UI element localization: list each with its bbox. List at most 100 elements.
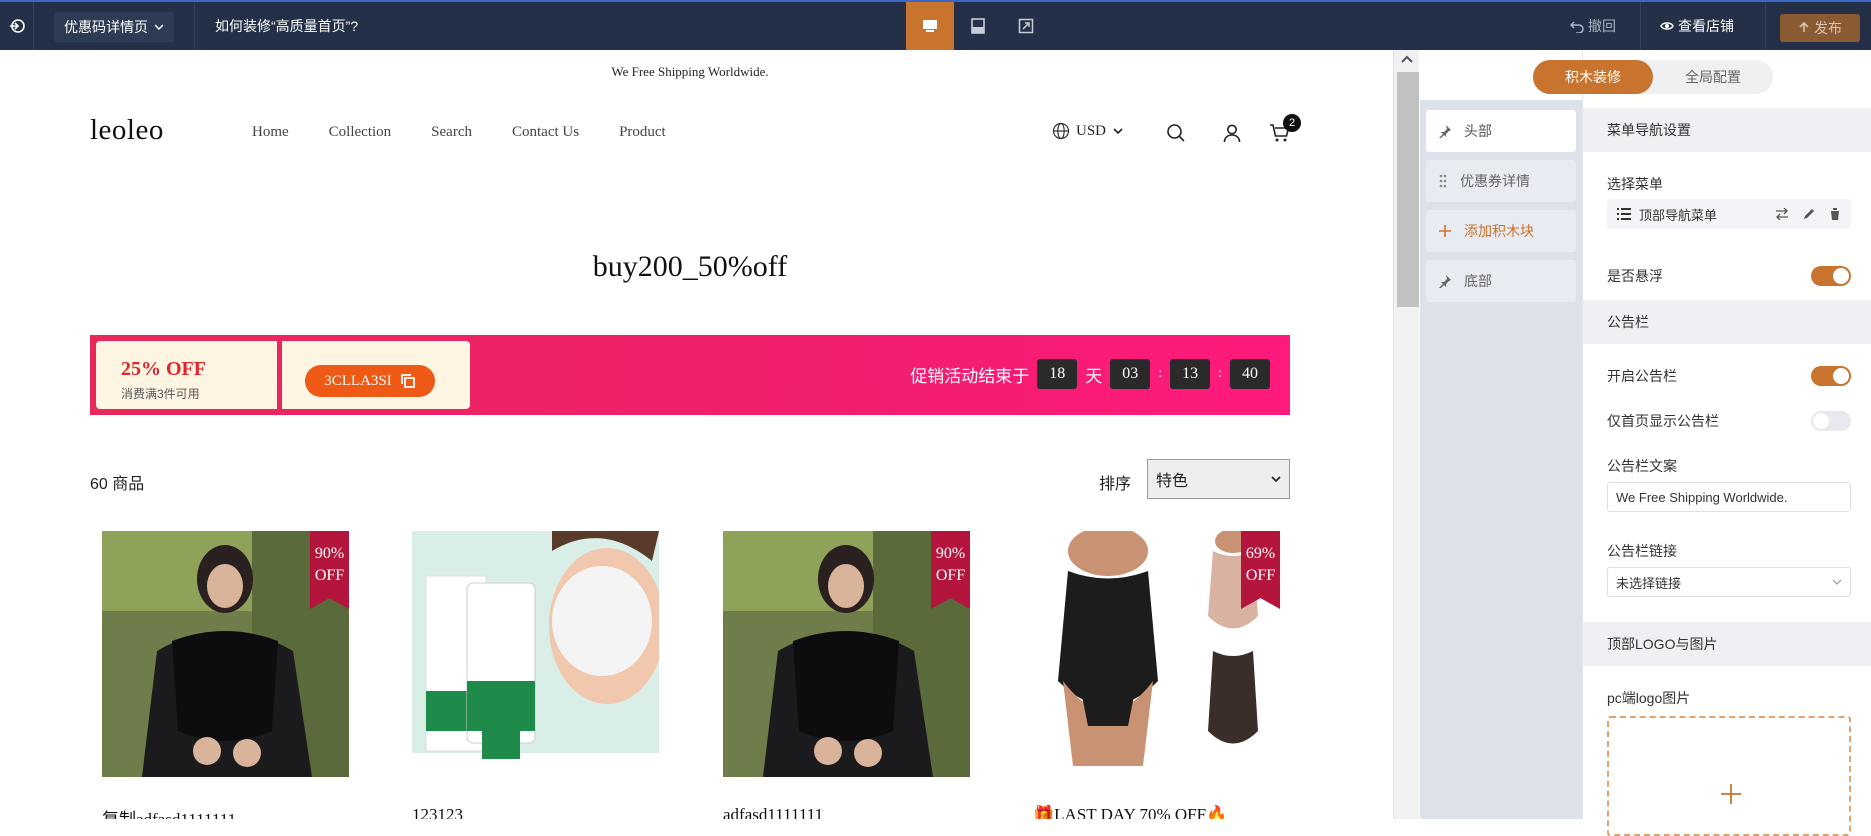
toggle-knob	[1833, 368, 1849, 384]
block-label: 头部	[1464, 123, 1492, 139]
nav-home[interactable]: Home	[252, 124, 289, 141]
tab-global-config[interactable]: 全局配置	[1653, 60, 1773, 94]
page-select[interactable]: 优惠码详情页	[54, 12, 174, 42]
nav-search[interactable]: Search	[431, 124, 472, 141]
pc-logo-label: pc端logo图片	[1607, 690, 1691, 706]
section-announcement: 公告栏	[1583, 300, 1871, 344]
product-card[interactable]: 123123	[412, 531, 659, 819]
edit-icon[interactable]	[1803, 208, 1815, 220]
preview-scrollbar[interactable]	[1393, 50, 1419, 819]
cart-icon[interactable]: 2	[1267, 114, 1301, 146]
menu-name: 顶部导航菜单	[1639, 207, 1718, 223]
publish-button[interactable]: 发布	[1780, 14, 1860, 42]
add-block-button[interactable]: 添加积木块	[1426, 210, 1576, 252]
nav-product[interactable]: Product	[619, 124, 666, 141]
drag-handle-icon[interactable]	[1438, 173, 1448, 189]
globe-icon	[1052, 122, 1070, 140]
list-icon	[1617, 208, 1631, 220]
coupon-discount: 25% OFF	[121, 358, 206, 380]
countdown-colon: :	[1218, 366, 1222, 381]
help-link[interactable]: 如何装修“高质量首页”?	[215, 2, 358, 50]
badge-percent: 90%	[314, 545, 345, 562]
discount-badge: 90% OFF	[931, 531, 970, 609]
account-icon[interactable]	[1219, 120, 1245, 146]
fullscreen-icon[interactable]	[1002, 2, 1050, 50]
view-store-button[interactable]: 查看店铺	[1660, 2, 1734, 50]
selected-menu: 顶部导航菜单	[1607, 199, 1851, 229]
coupon-ticket-left: 25% OFF 消费满3件可用	[96, 341, 277, 409]
countdown: 促销活动结束于 18 天 03 : 13 : 40	[910, 359, 1270, 389]
product-image[interactable]	[412, 531, 659, 777]
block-item-footer[interactable]: 底部	[1426, 260, 1576, 302]
desktop-icon[interactable]	[906, 2, 954, 50]
swap-icon[interactable]	[1775, 208, 1789, 220]
announcement-link-value: 未选择链接	[1616, 575, 1682, 591]
product-card[interactable]: 90% OFF 复制adfasd1111111	[102, 531, 349, 819]
select-menu-label: 选择菜单	[1607, 176, 1663, 192]
product-image[interactable]: 90% OFF	[102, 531, 349, 777]
store-logo[interactable]: leoleo	[90, 114, 164, 147]
discount-badge: 69% OFF	[1241, 531, 1280, 609]
product-image[interactable]: 69% OFF	[1033, 531, 1280, 777]
product-name[interactable]: adfasd1111111	[723, 805, 970, 819]
chevron-down-icon	[1832, 579, 1842, 585]
scrollbar-thumb[interactable]	[1397, 72, 1419, 307]
announcement-bar[interactable]: We Free Shipping Worldwide.	[0, 64, 1380, 80]
plus-icon	[1439, 225, 1451, 237]
undo-button[interactable]: 撤回	[1570, 2, 1616, 50]
collection-title: buy200_50%off	[592, 250, 788, 283]
countdown-seconds: 40	[1230, 359, 1270, 389]
announcement-text-label: 公告栏文案	[1607, 458, 1677, 474]
nav-contact-us[interactable]: Contact Us	[512, 124, 579, 141]
home-only-label: 仅首页显示公告栏	[1607, 413, 1719, 429]
block-list-panel: 头部 优惠券详情 添加积木块 底部	[1420, 50, 1582, 819]
view-store-label: 查看店铺	[1678, 18, 1734, 34]
announcement-link-select[interactable]: 未选择链接	[1607, 567, 1851, 597]
countdown-days-unit: 天	[1085, 366, 1103, 386]
chevron-down-icon	[1271, 476, 1281, 483]
block-label: 添加积木块	[1464, 223, 1534, 239]
announcement-text-input[interactable]: We Free Shipping Worldwide.	[1607, 482, 1851, 512]
product-image[interactable]: 90% OFF	[723, 531, 970, 777]
block-label: 优惠券详情	[1460, 173, 1530, 189]
enable-announcement-toggle[interactable]	[1811, 366, 1851, 386]
delete-icon[interactable]	[1829, 208, 1841, 220]
toggle-knob	[1813, 413, 1829, 429]
chevron-down-icon	[154, 24, 164, 30]
block-label: 底部	[1464, 273, 1492, 289]
tab-block-editing[interactable]: 积木装修	[1533, 60, 1653, 94]
block-item-coupon[interactable]: 优惠券详情	[1426, 160, 1576, 202]
tablet-icon[interactable]	[954, 2, 1002, 50]
product-name[interactable]: 🎁LAST DAY 70% OFF🔥	[1033, 805, 1280, 819]
discount-badge: 90% OFF	[310, 531, 349, 609]
countdown-colon: :	[1158, 366, 1163, 381]
logo-upload-area[interactable]	[1607, 716, 1851, 836]
exit-icon[interactable]	[0, 2, 34, 50]
countdown-days: 18	[1037, 359, 1078, 389]
top-toolbar: 优惠码详情页 如何装修“高质量首页”? 撤回 查看店铺 发布	[0, 0, 1871, 50]
product-card[interactable]: 90% OFF adfasd1111111	[723, 531, 970, 819]
product-name[interactable]: 复制adfasd1111111	[102, 805, 349, 819]
undo-icon	[1570, 21, 1584, 33]
undo-label: 撤回	[1588, 18, 1616, 34]
badge-off: OFF	[935, 567, 966, 584]
divider	[194, 2, 195, 50]
copy-coupon-button[interactable]: 3CLLA3SI	[305, 365, 435, 397]
coupon-divider	[279, 343, 280, 407]
nav-collection[interactable]: Collection	[329, 124, 392, 141]
block-item-header[interactable]: 头部	[1426, 110, 1576, 152]
editor-mode-tabs: 积木装修 全局配置	[1533, 60, 1773, 94]
device-switcher	[906, 2, 1050, 50]
product-name[interactable]: 123123	[412, 805, 659, 819]
scroll-up-icon[interactable]	[1400, 54, 1414, 64]
upload-icon	[1799, 22, 1809, 32]
sticky-toggle[interactable]	[1811, 266, 1851, 286]
search-icon[interactable]	[1163, 120, 1189, 146]
currency-select[interactable]: USD	[1052, 122, 1124, 140]
store-preview: We Free Shipping Worldwide. leoleo Home …	[0, 50, 1393, 819]
badge-off: OFF	[314, 567, 345, 584]
announcement-link-label: 公告栏链接	[1607, 543, 1677, 559]
home-only-toggle[interactable]	[1811, 411, 1851, 431]
sort-select[interactable]: 特色	[1147, 459, 1290, 499]
product-card[interactable]: 69% OFF 🎁LAST DAY 70% OFF🔥	[1033, 531, 1280, 819]
